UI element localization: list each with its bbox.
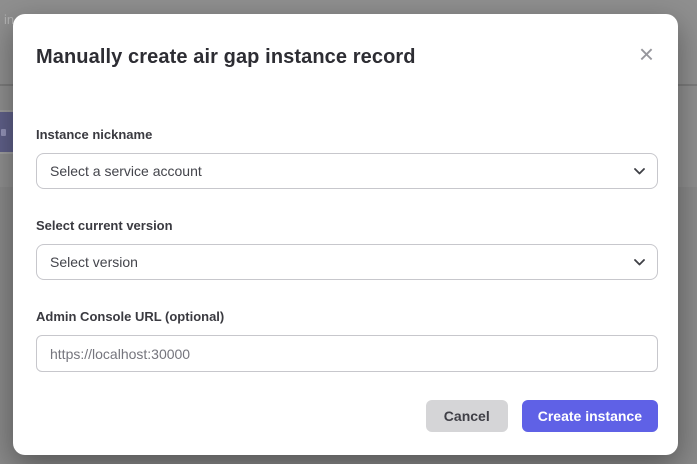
close-button[interactable]: × <box>639 44 654 69</box>
create-instance-button[interactable]: Create instance <box>522 400 658 432</box>
modal-footer: Cancel Create instance <box>13 400 678 432</box>
instance-nickname-select-wrap: Select a service account <box>36 153 658 189</box>
cancel-button[interactable]: Cancel <box>426 400 508 432</box>
modal-header: Manually create air gap instance record … <box>13 14 678 70</box>
background-row-caret-icon <box>1 129 6 136</box>
instance-nickname-label: Instance nickname <box>36 128 658 142</box>
create-airgap-instance-modal: Manually create air gap instance record … <box>13 14 678 455</box>
modal-body: Instance nickname Select a service accou… <box>13 128 678 372</box>
instance-nickname-select[interactable]: Select a service account <box>36 153 658 189</box>
modal-title: Manually create air gap instance record <box>36 44 416 70</box>
current-version-select[interactable]: Select version <box>36 244 658 280</box>
close-icon: × <box>639 39 654 69</box>
instance-nickname-field-group: Instance nickname Select a service accou… <box>36 128 658 189</box>
current-version-label: Select current version <box>36 219 658 233</box>
admin-console-url-label: Admin Console URL (optional) <box>36 310 658 324</box>
admin-console-url-input[interactable] <box>36 335 658 372</box>
current-version-field-group: Select current version Select version <box>36 219 658 280</box>
current-version-select-wrap: Select version <box>36 244 658 280</box>
admin-console-url-field-group: Admin Console URL (optional) <box>36 310 658 372</box>
